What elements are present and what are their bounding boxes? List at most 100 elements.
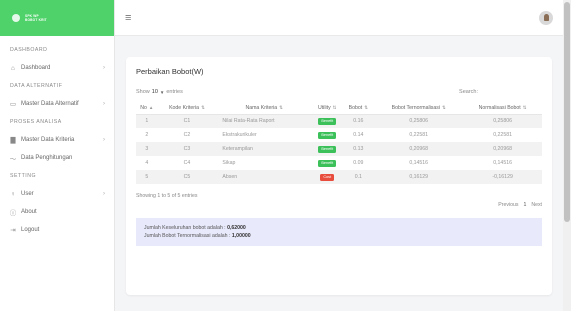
column-header[interactable]: Kode Kriteria ⇅ <box>157 102 217 115</box>
table-row: 2 C2 Ekstrakurikuler Benefit 0.14 0,22581 0,22… <box>136 128 542 142</box>
table-cell: 0,16129 <box>374 170 464 184</box>
summary-line-1-label: Jumlah Keseluruhan bobot adalah : <box>144 225 228 231</box>
table-cell: 4 <box>145 160 149 166</box>
entries-select[interactable]: 10 ▼ <box>152 89 165 95</box>
table-header-row: No ▲ Kode Kriteria ⇅ Nama Kriteria ⇅ Utility ⇅ B… <box>136 102 542 115</box>
sort-icon: ⇅ <box>279 104 283 110</box>
sort-icon: ⇅ <box>522 104 527 110</box>
entries-label: entries <box>166 89 183 95</box>
table-row: 1 C1 Nilai Rata-Rata Raport Benefit 0.16 0,25… <box>136 114 542 128</box>
brand-logo: SPK WP BOBOT KRIT <box>12 14 47 22</box>
topbar: ≡ <box>115 0 563 36</box>
trend-icon: 〜 <box>9 156 17 163</box>
table-cell: Benefit <box>312 128 342 142</box>
column-header[interactable]: Normalisasi Bobot ⇅ <box>463 102 542 115</box>
summary-box: Jumlah Keseluruhan bobot adalah : 0,6200… <box>136 218 542 246</box>
logo-icon <box>12 14 20 22</box>
summary-line-1: Jumlah Keseluruhan bobot adalah : 0,6200… <box>144 224 534 232</box>
chart-bar-icon: ▇ <box>10 137 16 144</box>
sort-icon: ▲ <box>148 104 154 110</box>
entries-value: 10 <box>151 89 158 95</box>
chevron-right-icon: › <box>103 191 105 197</box>
sidebar-section-heading: DASHBOARD <box>10 47 48 53</box>
bobot-table: No ▲ Kode Kriteria ⇅ Nama Kriteria ⇅ Utility ⇅ B… <box>136 102 542 184</box>
folder-icon: ▭ <box>9 101 17 108</box>
table-cell: 0,14516 <box>409 160 429 166</box>
table-cell: 0.14 <box>353 132 364 138</box>
table-cell: Cost <box>312 170 343 184</box>
table-cell: 0,22581 <box>409 132 429 138</box>
sidebar-item-label: Logout <box>21 227 40 233</box>
table-cell: Absen <box>216 170 313 184</box>
pager-page-1[interactable]: 1 <box>523 202 526 208</box>
logout-icon: ⇥ <box>10 227 16 234</box>
sidebar-item-logout[interactable]: ⇥ Logout <box>0 221 114 239</box>
table-cell: 0,20968 <box>463 142 542 156</box>
sidebar-item-label: About <box>21 209 37 215</box>
show-label: Show <box>136 89 150 95</box>
sort-icon: ⇅ <box>332 104 337 110</box>
column-header-label: Utility <box>317 104 331 111</box>
summary-line-2-label: Jumlah Bobot Ternormalisasi adalah : <box>144 233 232 239</box>
table-cell: 0,25806 <box>374 114 464 128</box>
brand-line-2: BOBOT KRIT <box>25 18 47 22</box>
sidebar-item-master-data-alternatif[interactable]: ▭ Master Data Alternatif › <box>0 95 114 113</box>
chevron-down-icon: ▼ <box>159 89 165 95</box>
sort-icon: ⇅ <box>364 104 368 110</box>
table-cell: 0.16 <box>342 114 375 128</box>
pager-next[interactable]: Next <box>531 202 542 208</box>
table-cell: C4 <box>183 160 191 166</box>
column-header[interactable]: Bobot Ternormalisasi ⇅ <box>374 102 464 115</box>
sidebar-item-label: Master Data Alternatif <box>21 101 79 107</box>
sidebar-item-about[interactable]: ⓘ About <box>0 203 114 221</box>
utility-badge: Benefit <box>318 159 337 167</box>
search-input[interactable] <box>482 87 542 97</box>
user-icon: ♀ <box>10 190 16 198</box>
sort-icon: ⇅ <box>441 104 446 110</box>
table-row: 3 C3 Keterampilan Benefit 0.13 0,20968 0,20968 <box>136 142 542 156</box>
table-cell: 0,22581 <box>493 132 512 138</box>
hamburger-menu-icon[interactable]: ≡ <box>125 12 131 24</box>
sidebar-section-heading: SETTING <box>10 173 36 179</box>
column-header[interactable]: Nama Kriteria ⇅ <box>216 102 313 115</box>
avatar[interactable] <box>539 10 553 25</box>
sidebar-item-master-data-kriteria[interactable]: ▇ Master Data Kriteria › <box>0 131 114 149</box>
table-cell: 2 <box>145 132 149 138</box>
card-title: Perbaikan Bobot(W) <box>136 67 204 76</box>
table-cell: Ekstrakurikuler <box>222 132 257 138</box>
utility-badge: Benefit <box>318 145 337 153</box>
table-cell: 0.13 <box>342 142 375 156</box>
sort-icon: ⇅ <box>201 104 205 110</box>
brand-bar[interactable]: SPK WP BOBOT KRIT <box>0 0 114 36</box>
sidebar-item-data-penghitungan[interactable]: 〜 Data Penghitungan <box>0 149 114 167</box>
table-cell: 0,20968 <box>374 142 464 156</box>
sidebar-item-dashboard[interactable]: ⌂ Dashboard › <box>0 59 114 77</box>
search-wrap: Search: <box>459 87 542 97</box>
utility-badge: Benefit <box>318 131 337 139</box>
table-cell: Keterampilan <box>216 142 313 156</box>
sidebar-item-label: Dashboard <box>21 65 51 71</box>
pager-previous[interactable]: Previous <box>498 202 518 208</box>
show-entries: Show 10 ▼ entries <box>136 89 183 95</box>
column-header-label: Bobot <box>348 104 363 111</box>
page-scrollbar[interactable] <box>563 0 571 311</box>
column-header[interactable]: Utility ⇅ <box>312 102 343 115</box>
column-header-label: Kode Kriteria <box>169 104 200 111</box>
scrollbar-thumb[interactable] <box>564 2 570 222</box>
summary-line-2-value: 1,00000 <box>231 233 251 239</box>
sidebar-item-label: User <box>21 191 34 197</box>
sidebar: SPK WP BOBOT KRIT DASHBOARD ⌂ Dashboard › DA… <box>0 0 115 311</box>
column-header[interactable]: Bobot ⇅ <box>342 102 375 115</box>
table-cell: 0.1 <box>342 170 375 184</box>
sidebar-item-user[interactable]: ♀ User › <box>0 185 114 203</box>
column-header-label: Normalisasi Bobot <box>478 104 521 111</box>
utility-badge: Cost <box>320 173 335 181</box>
table-cell: 0,25806 <box>463 114 542 128</box>
table-cell: 0,14516 <box>493 160 512 166</box>
column-header-label: No <box>140 104 147 111</box>
column-header[interactable]: No ▲ <box>136 102 158 115</box>
table-cell: 0.09 <box>353 160 364 166</box>
table-cell: Nilai Rata-Rata Raport <box>216 114 313 128</box>
bobot-card: Perbaikan Bobot(W) Show 10 ▼ entries Sea… <box>126 57 552 295</box>
sidebar-item-label: Master Data Kriteria <box>21 137 75 143</box>
